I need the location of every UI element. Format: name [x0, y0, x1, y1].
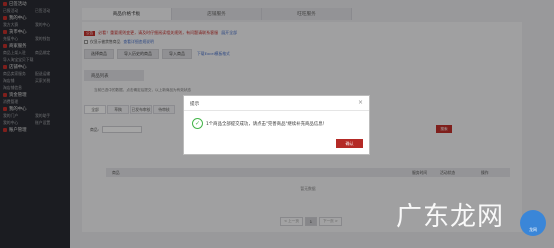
dialog-divider: [184, 110, 369, 111]
watermark-logo-text: 龙网: [529, 227, 537, 232]
dialog-message: 1个商品全部提交成功，请点击"完善商品"继续补充商品信息！: [206, 122, 327, 127]
success-dialog: 提示 × ✓ 1个商品全部提交成功，请点击"完善商品"继续补充商品信息！ 确认: [183, 95, 370, 155]
watermark-logo: 龙网: [520, 210, 546, 236]
close-icon[interactable]: ×: [358, 99, 363, 106]
watermark-text: 广东龙网: [396, 202, 505, 232]
confirm-button[interactable]: 确认: [336, 139, 363, 148]
check-circle-icon: ✓: [192, 118, 203, 129]
dialog-title: 提示: [190, 102, 200, 107]
